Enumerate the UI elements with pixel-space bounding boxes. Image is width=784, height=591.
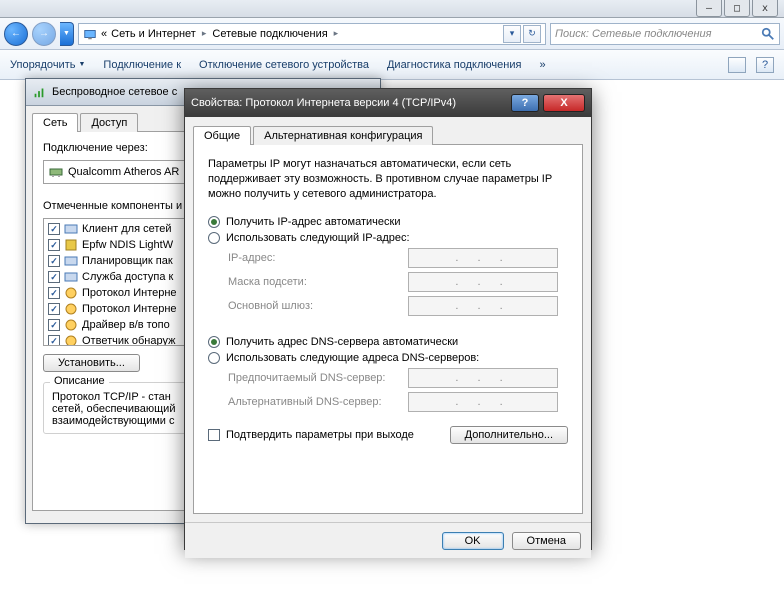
- minimize-button[interactable]: –: [696, 0, 722, 17]
- dialog-title: Беспроводное сетевое с: [52, 86, 177, 98]
- back-button[interactable]: ←: [4, 22, 28, 46]
- tab-alt-config[interactable]: Альтернативная конфигурация: [253, 126, 433, 145]
- radio-icon: [208, 232, 220, 244]
- description-title: Описание: [50, 375, 109, 387]
- responder-icon: [64, 334, 78, 346]
- checkbox[interactable]: ✓: [48, 223, 60, 235]
- checkbox[interactable]: ✓: [48, 239, 60, 251]
- protocol-icon: [64, 302, 78, 316]
- checkbox[interactable]: ✓: [48, 271, 60, 283]
- install-button[interactable]: Установить...: [43, 354, 140, 372]
- dialog-title: Свойства: Протокол Интернета версии 4 (T…: [191, 97, 456, 109]
- tab-network[interactable]: Сеть: [32, 113, 78, 132]
- ip-manual-radio[interactable]: Использовать следующий IP-адрес:: [208, 232, 568, 244]
- driver-icon: [64, 318, 78, 332]
- tab-access[interactable]: Доступ: [80, 113, 138, 132]
- checkbox[interactable]: ✓: [48, 335, 60, 346]
- subnet-mask-input: . . .: [408, 272, 558, 292]
- main-window-titlebar: – □ x: [0, 0, 784, 18]
- dialog-titlebar[interactable]: Свойства: Протокол Интернета версии 4 (T…: [185, 89, 591, 117]
- view-icon[interactable]: [728, 57, 746, 73]
- search-placeholder: Поиск: Сетевые подключения: [555, 28, 712, 40]
- toolbar-overflow[interactable]: »: [539, 59, 545, 71]
- client-icon: [64, 222, 78, 236]
- checkbox[interactable]: ✓: [48, 319, 60, 331]
- diagnose-button[interactable]: Диагностика подключения: [387, 59, 521, 71]
- checkbox[interactable]: ✓: [48, 255, 60, 267]
- help-icon[interactable]: ?: [756, 57, 774, 73]
- radio-icon: [208, 216, 220, 228]
- gateway-label: Основной шлюз:: [228, 300, 408, 312]
- gateway-input: . . .: [408, 296, 558, 316]
- confirm-checkbox[interactable]: ✓: [208, 429, 220, 441]
- addr-dropdown-button[interactable]: ▾: [503, 25, 521, 43]
- disable-device-button[interactable]: Отключение сетевого устройства: [199, 59, 369, 71]
- organize-menu[interactable]: Упорядочить ▼: [10, 59, 85, 71]
- search-input[interactable]: Поиск: Сетевые подключения: [550, 23, 780, 45]
- help-button[interactable]: ?: [511, 94, 539, 112]
- cancel-button[interactable]: Отмена: [512, 532, 581, 550]
- explorer-toolbar: Упорядочить ▼ Подключение к Отключение с…: [0, 50, 784, 80]
- dns-pref-label: Предпочитаемый DNS-сервер:: [228, 372, 408, 384]
- radio-icon: [208, 336, 220, 348]
- scheduler-icon: [64, 254, 78, 268]
- network-icon: [83, 27, 97, 41]
- dns-manual-radio[interactable]: Использовать следующие адреса DNS-сервер…: [208, 352, 568, 364]
- nav-history-button[interactable]: ▼: [60, 22, 74, 46]
- tab-general[interactable]: Общие: [193, 126, 251, 145]
- wifi-icon: [32, 85, 46, 99]
- description-text: Параметры IP могут назначаться автоматич…: [208, 157, 568, 202]
- ip-address-label: IP-адрес:: [228, 252, 408, 264]
- filter-icon: [64, 238, 78, 252]
- breadcrumb-sep: ▸: [334, 28, 339, 39]
- dns-pref-input: . . .: [408, 368, 558, 388]
- service-icon: [64, 270, 78, 284]
- search-icon: [761, 27, 775, 41]
- explorer-navbar: ← → ▼ « Сеть и Интернет ▸ Сетевые подклю…: [0, 18, 784, 50]
- ip-auto-radio[interactable]: Получить IP-адрес автоматически: [208, 216, 568, 228]
- breadcrumb-2[interactable]: Сетевые подключения: [212, 28, 327, 40]
- maximize-button[interactable]: □: [724, 0, 750, 17]
- forward-button[interactable]: →: [32, 22, 56, 46]
- confirm-label: Подтвердить параметры при выходе: [226, 429, 414, 441]
- adapter-icon: [48, 164, 64, 180]
- dns-alt-input: . . .: [408, 392, 558, 412]
- addr-prefix: «: [101, 28, 107, 40]
- ip-address-input: . . .: [408, 248, 558, 268]
- refresh-button[interactable]: ↻: [523, 25, 541, 43]
- connect-menu[interactable]: Подключение к: [103, 59, 181, 71]
- advanced-button[interactable]: Дополнительно...: [450, 426, 568, 444]
- breadcrumb-1[interactable]: Сеть и Интернет: [111, 28, 196, 40]
- radio-icon: [208, 352, 220, 364]
- protocol-icon: [64, 286, 78, 300]
- breadcrumb-sep: ▸: [202, 28, 207, 39]
- address-bar[interactable]: « Сеть и Интернет ▸ Сетевые подключения …: [78, 23, 546, 45]
- close-button[interactable]: X: [543, 94, 585, 112]
- dns-auto-radio[interactable]: Получить адрес DNS-сервера автоматически: [208, 336, 568, 348]
- subnet-mask-label: Маска подсети:: [228, 276, 408, 288]
- checkbox[interactable]: ✓: [48, 287, 60, 299]
- dns-alt-label: Альтернативный DNS-сервер:: [228, 396, 408, 408]
- close-button[interactable]: x: [752, 0, 778, 17]
- ipv4-properties-dialog: Свойства: Протокол Интернета версии 4 (T…: [184, 88, 592, 550]
- ok-button[interactable]: OK: [442, 532, 504, 550]
- dialog-footer: OK Отмена: [185, 522, 591, 558]
- checkbox[interactable]: ✓: [48, 303, 60, 315]
